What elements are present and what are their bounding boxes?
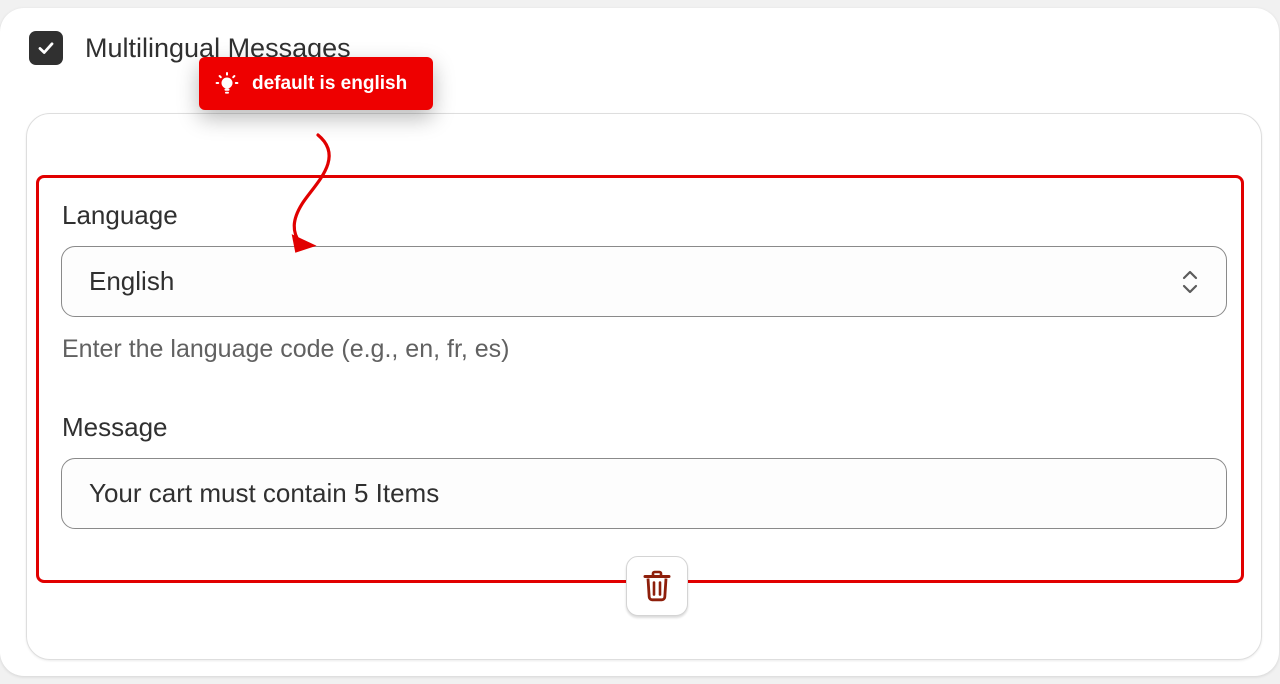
- delete-button[interactable]: [626, 556, 688, 616]
- language-help-text: Enter the language code (e.g., en, fr, e…: [62, 335, 510, 363]
- language-select-value: English: [89, 266, 175, 296]
- language-select[interactable]: English: [61, 246, 1227, 317]
- tooltip-text: default is english: [252, 72, 408, 94]
- message-input[interactable]: Your cart must contain 5 Items: [61, 458, 1227, 529]
- trash-icon: [643, 570, 671, 602]
- lightbulb-icon: [215, 71, 239, 94]
- message-label: Message: [62, 412, 168, 442]
- message-input-value: Your cart must contain 5 Items: [89, 478, 440, 508]
- default-language-tooltip: default is english: [199, 57, 433, 110]
- chevron-up-down-icon: [1182, 270, 1198, 294]
- language-label: Language: [62, 200, 178, 230]
- checkmark-icon: [38, 42, 54, 54]
- curved-arrow-icon: [291, 133, 331, 253]
- multilingual-checkbox[interactable]: [29, 31, 63, 65]
